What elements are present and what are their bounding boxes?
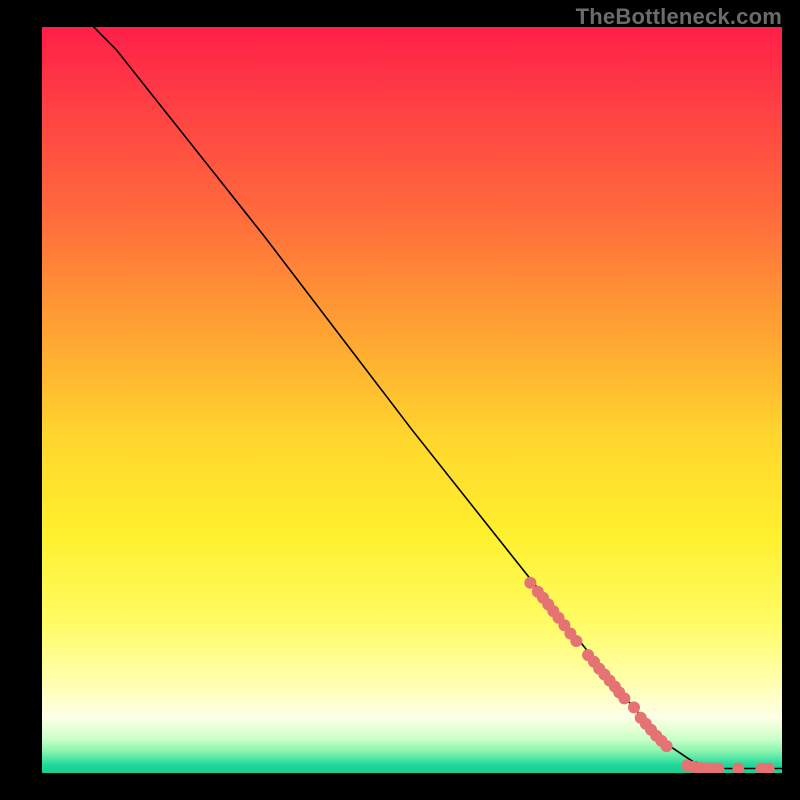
data-point (570, 635, 582, 647)
data-point (661, 740, 673, 752)
curve-line (94, 27, 782, 769)
plot-area (42, 27, 782, 773)
chart-frame: TheBottleneck.com (0, 0, 800, 800)
scatter-dots (524, 577, 774, 773)
data-point (628, 701, 640, 713)
data-point (618, 692, 630, 704)
chart-svg (42, 27, 782, 773)
watermark-label: TheBottleneck.com (576, 4, 782, 30)
data-point (732, 763, 744, 774)
